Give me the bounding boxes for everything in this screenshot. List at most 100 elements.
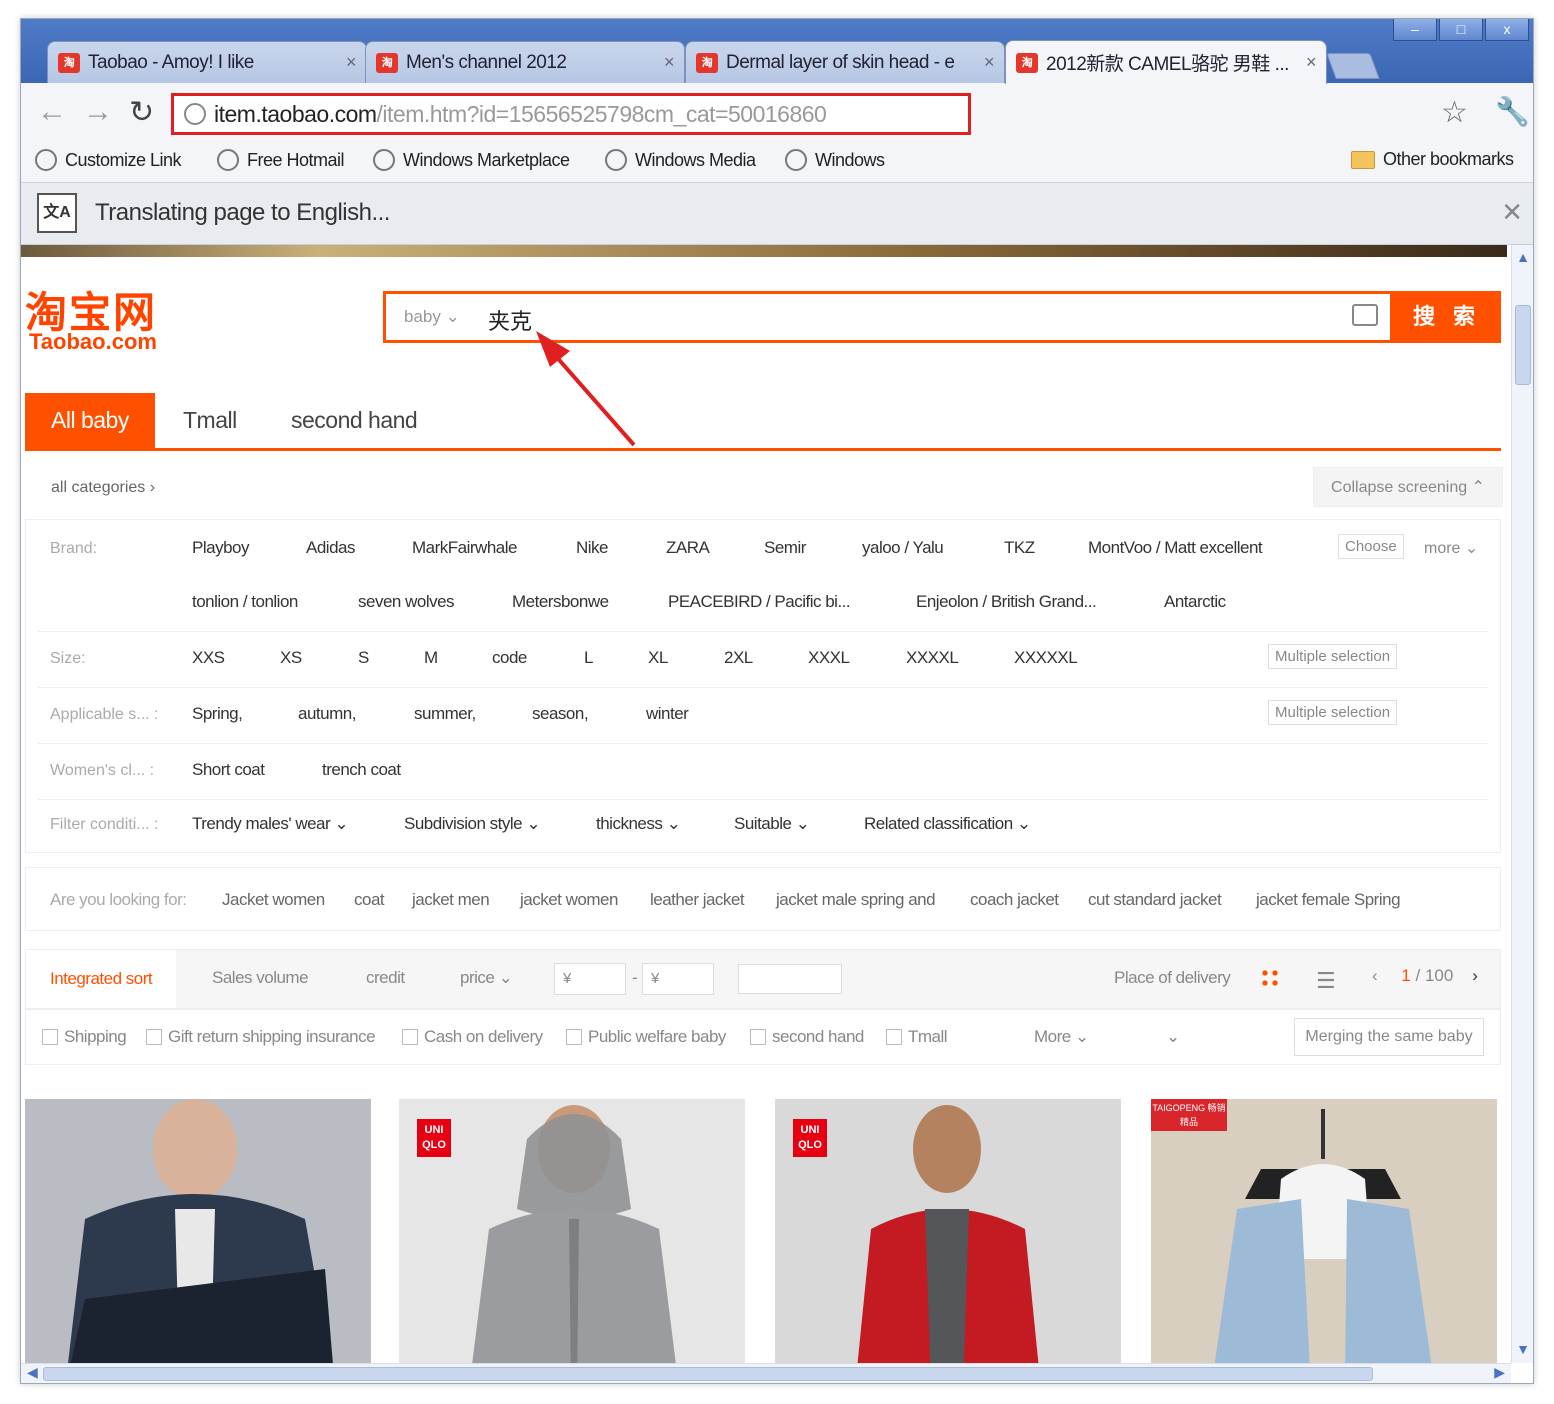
scroll-right-icon[interactable]: ▶: [1494, 1364, 1505, 1381]
option-checkbox[interactable]: Cash on delivery: [402, 1027, 543, 1047]
scroll-left-icon[interactable]: ◀: [27, 1364, 38, 1381]
size-option[interactable]: code: [492, 648, 527, 668]
tab-all-baby[interactable]: All baby: [25, 393, 155, 448]
tab-second-hand[interactable]: second hand: [291, 393, 418, 448]
browser-tab-active[interactable]: 淘 2012新款 CAMEL骆驼 男鞋 ... ×: [1005, 40, 1327, 84]
more-options-dropdown[interactable]: More ⌄: [1034, 1027, 1089, 1047]
size-option[interactable]: 2XL: [724, 648, 753, 668]
multiple-selection-button[interactable]: Multiple selection: [1268, 700, 1398, 725]
size-option[interactable]: L: [584, 648, 593, 668]
related-search-link[interactable]: jacket women: [520, 890, 618, 910]
checkbox[interactable]: [566, 1029, 582, 1045]
scroll-down-icon[interactable]: ▼: [1515, 1341, 1531, 1359]
related-search-link[interactable]: Jacket women: [222, 890, 325, 910]
scroll-thumb[interactable]: [1515, 305, 1531, 385]
place-of-delivery-dropdown[interactable]: Place of delivery: [1114, 968, 1231, 988]
size-option[interactable]: XS: [280, 648, 302, 668]
checkbox[interactable]: [750, 1029, 766, 1045]
size-option[interactable]: XXS: [192, 648, 225, 668]
season-option[interactable]: Spring,: [192, 704, 243, 724]
bookmark-item[interactable]: Windows Marketplace: [373, 149, 570, 171]
browser-tab[interactable]: 淘 Taobao - Amoy! I like ×: [47, 41, 367, 83]
option-checkbox[interactable]: second hand: [750, 1027, 864, 1047]
forward-arrow-icon[interactable]: →: [83, 95, 113, 129]
more-brands-button[interactable]: more ⌄: [1424, 538, 1478, 558]
tab-close-icon[interactable]: ×: [346, 52, 357, 73]
tab-tmall[interactable]: Tmall: [183, 393, 237, 448]
brand-option[interactable]: yaloo / Yalu: [862, 538, 944, 558]
all-categories-link[interactable]: all categories ›: [51, 479, 155, 497]
scroll-up-icon[interactable]: ▲: [1515, 249, 1531, 267]
sort-price[interactable]: price ⌄: [460, 968, 513, 988]
related-search-link[interactable]: coach jacket: [970, 890, 1059, 910]
product-card[interactable]: UNI QLO: [775, 1099, 1121, 1363]
bookmark-star-icon[interactable]: ☆: [1441, 95, 1468, 130]
back-arrow-icon[interactable]: ←: [37, 95, 67, 129]
women-option[interactable]: Short coat: [192, 760, 265, 780]
size-option[interactable]: XXXXXL: [1014, 648, 1078, 668]
related-search-link[interactable]: jacket men: [412, 890, 490, 910]
brand-option[interactable]: Antarctic: [1164, 592, 1226, 612]
brand-option[interactable]: Semir: [764, 538, 806, 558]
collapse-screening-button[interactable]: Collapse screening ⌃: [1313, 467, 1503, 507]
price-range-toggle[interactable]: [738, 964, 842, 994]
grid-view-icon[interactable]: [1260, 968, 1280, 988]
season-option[interactable]: winter: [646, 704, 689, 724]
bookmark-item[interactable]: Customize Link: [35, 149, 182, 171]
location-dropdown[interactable]: ⌄: [1166, 1027, 1180, 1047]
brand-option[interactable]: tonlion / tonlion: [192, 592, 298, 612]
brand-option[interactable]: Adidas: [306, 538, 355, 558]
condition-dropdown[interactable]: thickness ⌄: [596, 814, 681, 834]
browser-tab[interactable]: 淘 Dermal layer of skin head - e ×: [685, 41, 1005, 83]
sort-credit[interactable]: credit: [366, 968, 405, 988]
brand-option[interactable]: PEACEBIRD / Pacific bi...: [668, 592, 851, 612]
address-bar[interactable]: item.taobao.com /item.htm?id=15656525798…: [171, 93, 971, 135]
brand-option[interactable]: seven wolves: [358, 592, 455, 612]
bookmark-item[interactable]: Windows Media: [605, 149, 756, 171]
wrench-menu-icon[interactable]: 🔧: [1495, 95, 1530, 128]
related-search-link[interactable]: coat: [354, 890, 385, 910]
brand-option[interactable]: Playboy: [192, 538, 249, 558]
other-bookmarks[interactable]: Other bookmarks: [1351, 149, 1514, 170]
tab-close-icon[interactable]: ×: [664, 52, 675, 73]
search-button[interactable]: 搜 索: [1393, 291, 1501, 343]
next-page-button[interactable]: ›: [1472, 966, 1478, 985]
sort-integrated[interactable]: Integrated sort: [26, 950, 177, 1008]
horizontal-scrollbar[interactable]: ◀ ▶: [21, 1363, 1511, 1383]
list-view-icon[interactable]: ☰: [1316, 968, 1336, 994]
product-card[interactable]: UNI QLO: [399, 1099, 745, 1363]
bookmark-item[interactable]: Free Hotmail: [217, 149, 345, 171]
maximize-button[interactable]: □: [1439, 19, 1483, 41]
scroll-thumb[interactable]: [43, 1367, 1373, 1381]
minimize-button[interactable]: –: [1393, 19, 1437, 41]
price-max-input[interactable]: ¥: [642, 963, 714, 995]
season-option[interactable]: summer,: [414, 704, 476, 724]
vertical-scrollbar[interactable]: ▲ ▼: [1511, 245, 1533, 1363]
close-icon[interactable]: ✕: [1501, 197, 1523, 228]
option-checkbox[interactable]: Shipping: [42, 1027, 127, 1047]
option-checkbox[interactable]: Gift return shipping insurance: [146, 1027, 376, 1047]
condition-dropdown[interactable]: Trendy males' wear ⌄: [192, 814, 349, 834]
new-tab-button[interactable]: [1326, 53, 1380, 79]
women-option[interactable]: trench coat: [322, 760, 401, 780]
condition-dropdown[interactable]: Related classification ⌄: [864, 814, 1031, 834]
related-search-link[interactable]: cut standard jacket: [1088, 890, 1222, 910]
brand-option[interactable]: TKZ: [1004, 538, 1035, 558]
tab-close-icon[interactable]: ×: [1306, 52, 1317, 73]
merge-same-button[interactable]: Merging the same baby: [1294, 1018, 1484, 1056]
brand-option[interactable]: Enjeolon / British Grand...: [916, 592, 1097, 612]
checkbox[interactable]: [146, 1029, 162, 1045]
size-option[interactable]: XXXXL: [906, 648, 959, 668]
multiple-selection-button[interactable]: Multiple selection: [1268, 644, 1398, 669]
size-option[interactable]: S: [358, 648, 369, 668]
sort-sales-volume[interactable]: Sales volume: [212, 968, 309, 988]
related-search-link[interactable]: leather jacket: [650, 890, 745, 910]
browser-tab[interactable]: 淘 Men's channel 2012 ×: [365, 41, 685, 83]
season-option[interactable]: season,: [532, 704, 589, 724]
season-option[interactable]: autumn,: [298, 704, 356, 724]
tab-close-icon[interactable]: ×: [984, 52, 995, 73]
option-checkbox[interactable]: Tmall: [886, 1027, 948, 1047]
product-card[interactable]: TAIGOPENG 畅销精品: [1151, 1099, 1497, 1363]
checkbox[interactable]: [42, 1029, 58, 1045]
size-option[interactable]: XXXL: [808, 648, 850, 668]
